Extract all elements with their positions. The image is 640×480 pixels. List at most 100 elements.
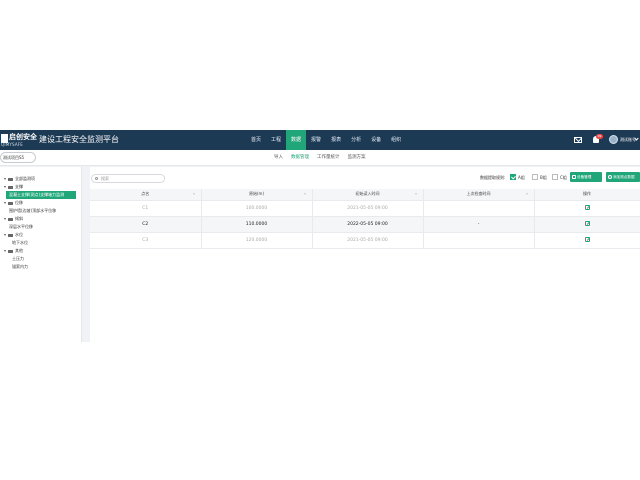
project-select[interactable]: 测试项目S5 [0,152,36,163]
sort-icon[interactable] [303,193,306,196]
col-initial-time[interactable]: 初始读入时间 [312,189,424,201]
nav-item-data[interactable]: 数据 [286,130,307,150]
edit-icon[interactable] [584,220,590,226]
tree-node-support[interactable]: 支撑 [4,183,23,191]
tree-node-displacement[interactable]: 位移 [4,199,23,207]
tree-node-label: 土压力 [12,256,24,261]
col-label: 初始读入时间 [355,191,380,197]
app-window: 启创安全 QIMYSAFE 建设工程安全监测平台 首页 工程 数据 报警 报表 … [0,130,640,342]
data-panel: 搜索 数据提取规则: A组 B组 C组 设备管理 添加测点数据 点名 原始(m)… [90,167,640,342]
col-label: 点名 [141,191,150,197]
logo: 启创安全 QIMYSAFE [0,132,37,148]
tree-node-water-level[interactable]: 水位 [4,231,23,239]
device-management-label: 设备管理 [577,175,592,179]
add-point-data-label: 添加测点数据 [613,175,635,179]
caret-down-icon[interactable] [4,178,6,180]
tree-node-earth-pressure[interactable]: 土压力 [12,255,24,263]
cell-time: 2021-05-05 09:00 [312,200,424,217]
cell-actions [534,232,640,249]
tree-node-label: 其他 [15,248,23,253]
caret-down-icon[interactable] [4,186,6,188]
col-actions: 操作 [534,189,640,201]
tree-node-label: 位移 [15,200,23,205]
tab-import[interactable]: 导入 [270,150,287,166]
tree-node-other[interactable]: 其他 [4,247,23,255]
col-point-name[interactable]: 点名 [90,189,202,201]
nav-item-home[interactable]: 首页 [246,130,266,150]
tree-node-anchor-force[interactable]: 锚索内力 [12,263,28,271]
sort-icon[interactable] [525,193,528,196]
tree-node-all[interactable]: 全部监测项 [4,175,35,183]
table-row[interactable]: C2 110.0000 2022-05-05 09:00 - [90,216,640,233]
cell-point-name: C1 [90,200,202,217]
cell-actions [534,216,640,233]
cell-last-check [423,232,535,249]
tree-node-wall-top-displacement[interactable]: 围护墙(边坡)顶部水平位移 [9,207,79,215]
nav-item-project[interactable]: 工程 [266,130,286,150]
cell-last-check [423,200,535,217]
avatar[interactable] [609,135,618,144]
cell-time: 2022-05-05 09:00 [312,216,424,233]
folder-icon [8,177,13,181]
table-row[interactable]: C3 120.0000 2021-05-05 09:00 [90,232,640,249]
tree-node-label: 倾斜 [15,216,23,221]
tree-node-inclination[interactable]: 倾斜 [4,215,23,223]
search-placeholder: 搜索 [101,176,109,181]
caret-down-icon[interactable] [4,202,6,204]
tab-data-management[interactable]: 数据管理 [287,150,313,166]
cell-value: 100.0000 [201,200,313,217]
edit-icon[interactable] [584,236,590,242]
caret-down-icon[interactable] [4,218,6,220]
cell-value: 110.0000 [201,216,313,233]
cell-point-name: C3 [90,232,202,249]
app-title: 建设工程安全监测平台 [39,135,119,144]
table-row[interactable]: C1 100.0000 2021-05-05 09:00 [90,200,640,217]
caret-down-icon[interactable] [4,250,6,252]
tree-node-label: 地下水位 [12,240,28,245]
tree-node-label: 支撑 [15,184,23,189]
cell-actions [534,200,640,217]
col-original-value[interactable]: 原始(m) [201,189,313,201]
tab-monitoring-plan[interactable]: 监测方案 [344,150,370,166]
sub-toolbar: 测试项目S5 导入 数据管理 工作量统计 监测方案 [0,150,640,166]
plus-icon [608,175,612,179]
col-label: 上次检查时间 [466,191,491,197]
search-input[interactable]: 搜索 [91,174,165,183]
group-c-checkbox[interactable] [552,174,558,180]
nav-item-analysis[interactable]: 分析 [346,130,366,150]
table-header-row: 点名 原始(m) 初始读入时间 上次检查时间 操作 [90,189,640,201]
tree-node-label: 全部监测项 [15,176,35,181]
notification-badge: 99 [596,134,603,139]
tree-node-support-axial-force[interactable]: 混凝土支撑(测点)支撑轴力监测 [6,191,76,199]
add-point-data-button[interactable]: 添加测点数据 [606,172,640,182]
group-a-label: A组 [518,175,525,180]
caret-down-icon[interactable] [4,234,6,236]
data-table: 点名 原始(m) 初始读入时间 上次检查时间 操作 C1 100.0000 20… [90,189,640,249]
tree-node-label: 水位 [15,232,23,237]
chevron-down-icon[interactable] [634,136,639,141]
tree-node-deep-displacement[interactable]: 深层水平位移 [9,223,33,231]
folder-icon [8,217,13,221]
nav-item-device[interactable]: 设备 [366,130,386,150]
nav-item-organization[interactable]: 组织 [386,130,406,150]
group-b-checkbox[interactable] [532,174,538,180]
mail-icon[interactable] [574,137,582,143]
main-nav: 首页 工程 数据 报警 报表 分析 设备 组织 [246,130,406,150]
cell-last-check: - [423,216,535,233]
tree-node-groundwater[interactable]: 地下水位 [12,239,28,247]
nav-item-alarm[interactable]: 报警 [306,130,326,150]
tree-node-label: 深层水平位移 [9,224,33,229]
grid-icon [572,175,576,179]
col-last-check[interactable]: 上次检查时间 [423,189,535,201]
tree-node-label: 混凝土支撑(测点)支撑轴力监测 [9,192,65,197]
tab-workload-stats[interactable]: 工作量统计 [313,150,344,166]
group-a-checkbox[interactable] [510,174,516,180]
monitoring-tree: 全部监测项 支撑 混凝土支撑(测点)支撑轴力监测 位移 围护墙(边坡)顶部水平位… [0,167,82,342]
device-management-button[interactable]: 设备管理 [570,172,602,182]
nav-item-report[interactable]: 报表 [326,130,346,150]
sort-icon[interactable] [192,193,195,196]
data-toolbar: 搜索 数据提取规则: A组 B组 C组 设备管理 添加测点数据 [90,167,640,187]
sort-icon[interactable] [414,193,417,196]
folder-icon [8,201,13,205]
edit-icon[interactable] [584,204,590,210]
